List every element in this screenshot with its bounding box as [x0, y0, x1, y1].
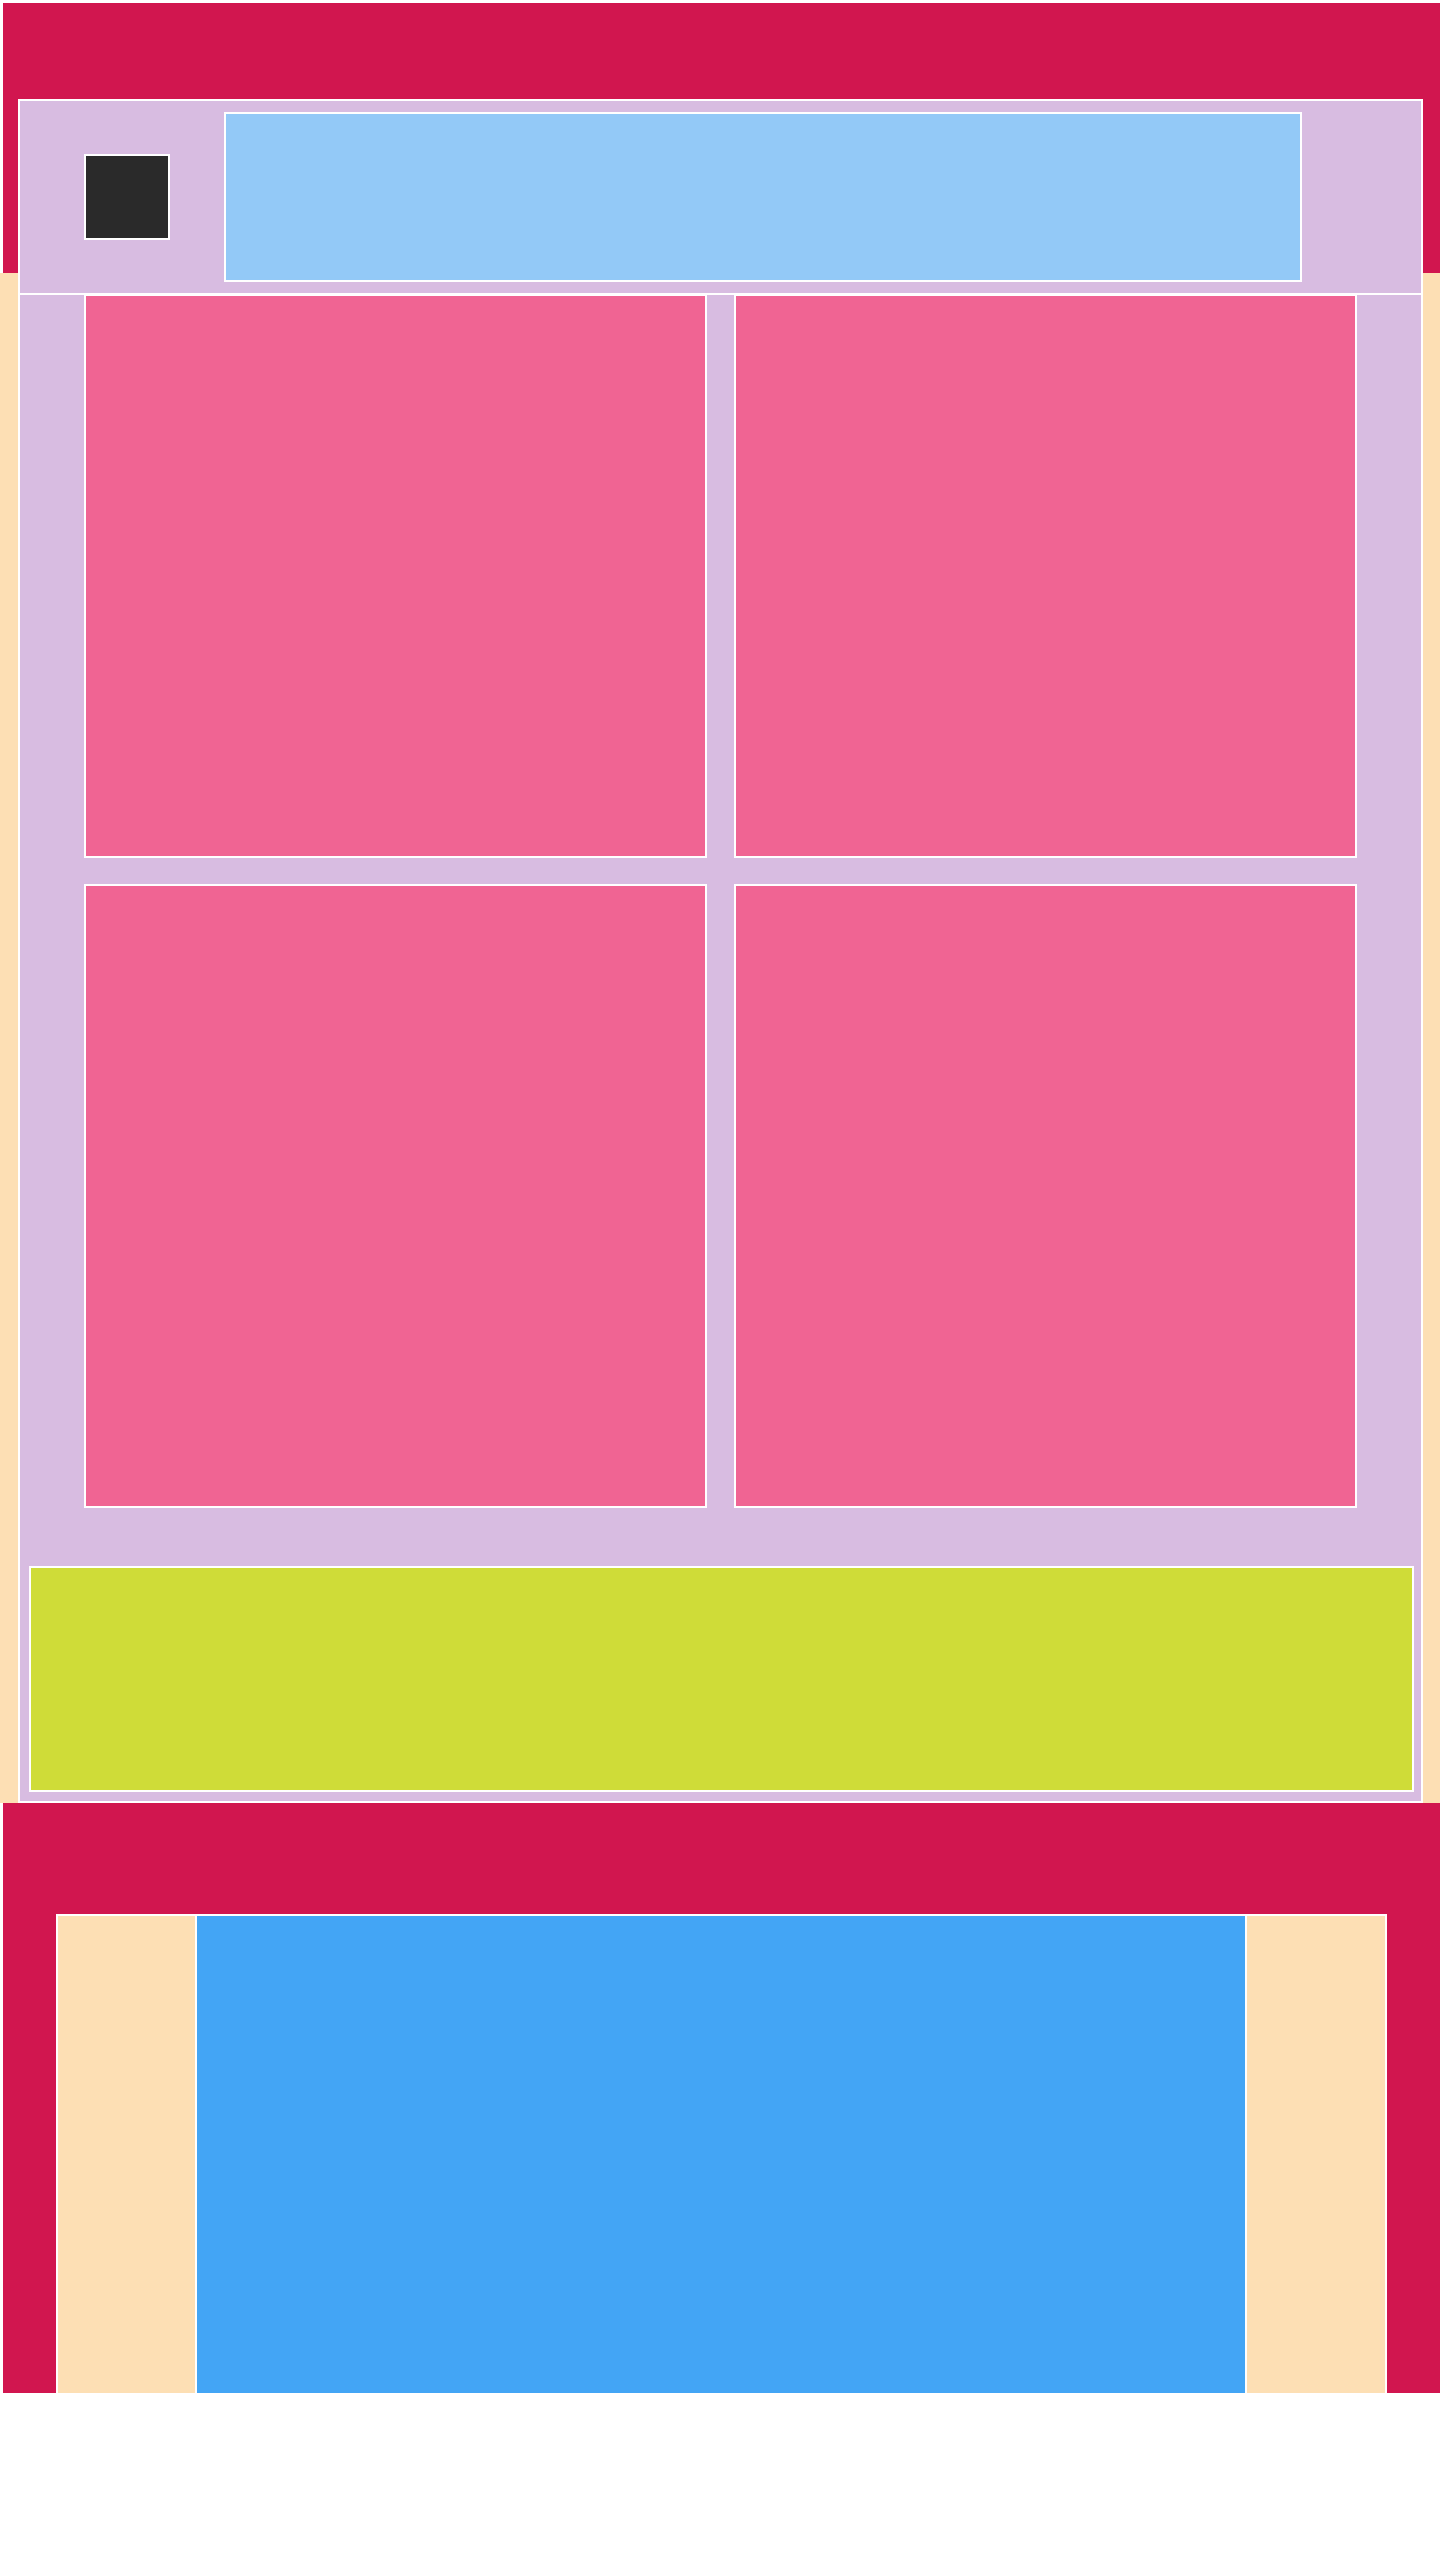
cta-bar[interactable] [29, 1566, 1414, 1792]
grid-tile[interactable] [84, 884, 707, 1508]
grid-tile[interactable] [734, 884, 1357, 1508]
grid-tile[interactable] [84, 294, 707, 858]
footer-media[interactable] [195, 1914, 1247, 2393]
logo-icon[interactable] [84, 154, 170, 240]
header-banner[interactable] [224, 112, 1302, 282]
grid-tile[interactable] [734, 294, 1357, 858]
